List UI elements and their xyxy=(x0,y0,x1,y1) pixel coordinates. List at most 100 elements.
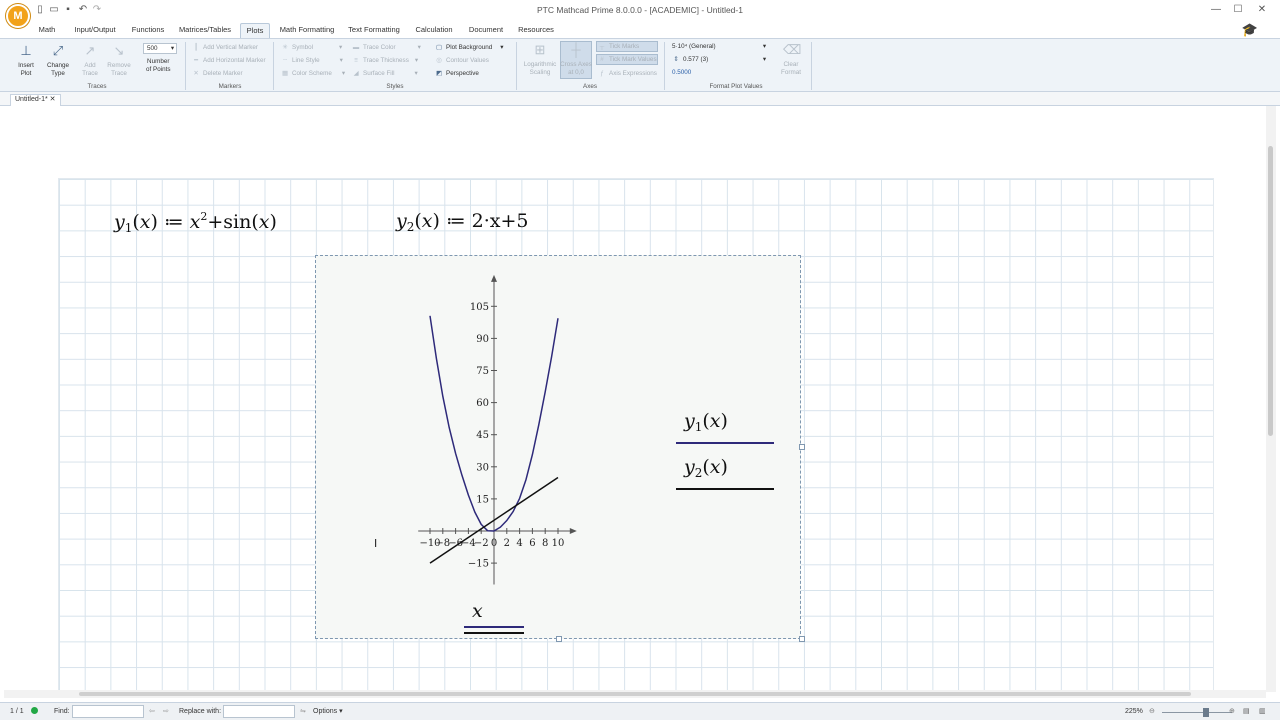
close-button[interactable]: ✕ xyxy=(1252,2,1272,18)
x-axis-expression[interactable]: x xyxy=(472,600,483,622)
contour-values-icon: ◎ xyxy=(436,57,442,64)
dropdown-arrow-icon: ▾ xyxy=(762,43,766,50)
line-style-dropdown[interactable]: ┄ Line Style ▾ xyxy=(281,57,343,65)
zoom-slider-thumb[interactable] xyxy=(1203,708,1209,717)
precision-stepper[interactable]: ⇕ 0.577 (3) ▾ xyxy=(672,56,768,64)
ribbon-separator xyxy=(516,42,517,90)
x-tick-label: 6 xyxy=(529,538,535,549)
clear-format-button[interactable]: ⌫ Clear Format xyxy=(776,42,806,77)
x-tick-label: 2 xyxy=(504,538,510,549)
format-sample: 0.5000 xyxy=(672,69,692,76)
dropdown-arrow-icon: ▾ xyxy=(414,70,418,77)
dropdown-arrow-icon: ▾ xyxy=(762,56,766,63)
legend-y2-line xyxy=(676,488,774,490)
tab-text-formatting[interactable]: Text Formatting xyxy=(346,23,402,38)
vertical-scrollbar[interactable] xyxy=(1266,106,1276,692)
logarithmic-scaling-button[interactable]: ⊞ Logarithmic Scaling xyxy=(520,42,560,77)
add-vertical-marker-button[interactable]: ┃ Add Vertical Marker xyxy=(192,44,258,52)
vertical-scroll-thumb[interactable] xyxy=(1268,146,1273,436)
y-tick-label: 90 xyxy=(476,334,489,345)
x-axis-arrow xyxy=(569,528,577,534)
dropdown-arrow-icon: ▾ xyxy=(339,57,343,64)
resize-handle-right[interactable] xyxy=(799,444,805,450)
tab-plots[interactable]: Plots xyxy=(240,23,270,38)
y-tick-label: −15 xyxy=(468,559,489,570)
text-cursor-icon: I xyxy=(374,537,377,550)
y2-definition[interactable]: y2(x) ≔ 2·x+5 xyxy=(396,210,529,234)
resize-handle-corner[interactable] xyxy=(799,636,805,642)
legend-y1-label[interactable]: y1(x) xyxy=(684,410,728,434)
tab-input-output[interactable]: Input/Output xyxy=(70,23,120,38)
contour-values-button[interactable]: ◎ Contour Values xyxy=(435,57,489,65)
app-logo[interactable]: M xyxy=(6,4,30,28)
tab-math-formatting[interactable]: Math Formatting xyxy=(278,23,336,38)
tab-matrices-tables[interactable]: Matrices/Tables xyxy=(176,23,234,38)
axis-expressions-button[interactable]: ƒ Axis Expressions xyxy=(598,70,657,78)
tick-marks-button[interactable]: ┬ Tick Marks xyxy=(598,43,639,51)
ribbon: ⊥ Insert Plot ⤢ Change Type ↗ Add Trace ↘ Re… xyxy=(0,38,1280,92)
line-style-icon: ┄ xyxy=(283,57,287,64)
log-scale-icon: ⊞ xyxy=(534,42,546,57)
add-trace-button[interactable]: ↗ Add Trace xyxy=(78,43,102,78)
maximize-button[interactable]: ☐ xyxy=(1228,2,1248,18)
vertical-marker-icon: ┃ xyxy=(194,44,198,51)
window-title: PTC Mathcad Prime 8.0.0.0 - [ACADEMIC] -… xyxy=(537,5,743,15)
tab-document[interactable]: Document xyxy=(466,23,506,38)
resize-handle-bottom[interactable] xyxy=(556,636,562,642)
calc-status-icon xyxy=(31,707,38,714)
x-tick-label: 8 xyxy=(542,538,548,549)
trace-thickness-dropdown[interactable]: ≡ Trace Thickness ▾ xyxy=(352,57,418,65)
minimize-button[interactable]: — xyxy=(1206,2,1226,18)
ribbon-tabs: Math Input/Output Functions Matrices/Tab… xyxy=(0,20,1280,38)
trace-color-dropdown[interactable]: ▬ Trace Color ▾ xyxy=(352,44,421,52)
zoom-level: 225% xyxy=(1125,708,1143,715)
replace-input[interactable] xyxy=(223,705,295,718)
surface-fill-dropdown[interactable]: ◢ Surface Fill ▾ xyxy=(352,70,418,78)
replace-icon[interactable]: ⇋ xyxy=(300,707,306,717)
find-input[interactable] xyxy=(72,705,144,718)
worksheet[interactable]: y1(x) ≔ x2+sin(x) y2(x) ≔ 2·x+5 −10 −8 −6−… xyxy=(4,106,1266,692)
symbol-icon: ✳ xyxy=(282,44,288,51)
axis-expressions-icon: ƒ xyxy=(600,70,604,77)
find-next-icon[interactable]: ⇨ xyxy=(163,707,169,717)
add-horizontal-marker-button[interactable]: ━ Add Horizontal Marker xyxy=(192,57,266,65)
options-dropdown[interactable]: Options ▾ xyxy=(313,707,343,717)
y-axis-arrow xyxy=(491,274,497,282)
tab-functions[interactable]: Functions xyxy=(128,23,168,38)
legend-y2-label[interactable]: y2(x) xyxy=(684,456,728,480)
tab-math[interactable]: Math xyxy=(33,23,61,38)
ribbon-separator xyxy=(185,42,186,90)
draft-view-icon[interactable]: ▥ xyxy=(1259,707,1266,717)
zoom-slider[interactable] xyxy=(1162,712,1232,713)
zoom-in-icon[interactable]: ⊕ xyxy=(1229,707,1235,717)
insert-plot-icon: ⊥ xyxy=(20,43,32,58)
number-format-dropdown[interactable]: 5·10⁴ (General) ▾ xyxy=(672,43,768,51)
color-scheme-dropdown[interactable]: ▦ Color Scheme ▾ xyxy=(281,70,345,78)
plot-background-dropdown[interactable]: ▢ Plot Background ▾ xyxy=(435,44,503,52)
perspective-button[interactable]: ◩ Perspective xyxy=(435,70,479,78)
plot-canvas: −10−8−6−4−2 0 2 4 6 8 10−15153045607590105I xyxy=(374,274,577,585)
find-previous-icon[interactable]: ⇦ xyxy=(149,707,155,717)
insert-plot-button[interactable]: ⊥ Insert Plot xyxy=(14,43,38,78)
tick-marks-icon: ┬ xyxy=(599,43,605,50)
xy-plot[interactable]: −10 −8 −6 −4 −2 0 2 4 6 8 10 −15 15 30 45 60 75 90 105 I y1… xyxy=(315,255,805,642)
page-view-icon[interactable]: ▤ xyxy=(1243,707,1250,717)
y-tick-label: 15 xyxy=(476,494,489,505)
number-of-points-input[interactable]: 500 ▾ xyxy=(143,43,177,54)
cross-axes-button[interactable]: ┼ Cross Axes at 0,0 xyxy=(560,42,592,77)
change-type-button[interactable]: ⤢ Change Type xyxy=(44,43,72,78)
tab-calculation[interactable]: Calculation xyxy=(412,23,456,38)
delete-marker-button[interactable]: ✕ Delete Marker xyxy=(192,70,242,78)
horizontal-scroll-thumb[interactable] xyxy=(79,692,1191,696)
remove-trace-button[interactable]: ↘ Remove Trace xyxy=(104,43,134,78)
tick-mark-values-button[interactable]: # Tick Mark Values xyxy=(598,56,656,64)
symbol-dropdown[interactable]: ✳ Symbol ▾ xyxy=(281,44,342,52)
zoom-out-icon[interactable]: ⊖ xyxy=(1149,707,1155,717)
horizontal-scrollbar[interactable] xyxy=(4,690,1266,698)
document-tab[interactable]: Untitled-1* ✕ xyxy=(10,94,61,106)
graduation-cap-icon[interactable]: 🎓 xyxy=(1242,22,1258,38)
y1-definition[interactable]: y1(x) ≔ x2+sin(x) xyxy=(114,210,277,235)
y-tick-label: 30 xyxy=(476,462,489,473)
close-tab-icon[interactable]: ✕ xyxy=(50,96,56,103)
tab-resources[interactable]: Resources xyxy=(516,23,556,38)
